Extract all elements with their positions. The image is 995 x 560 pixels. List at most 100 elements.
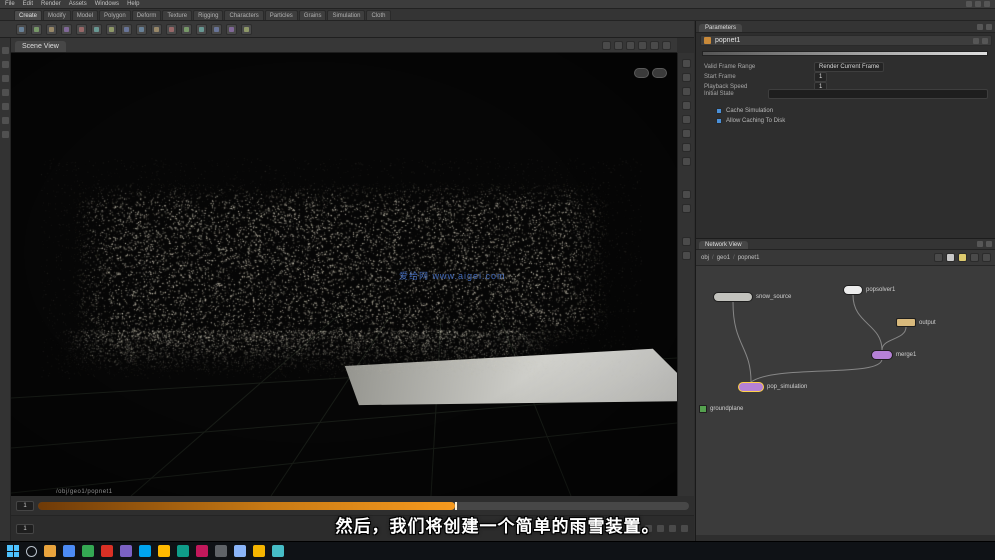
network-overview-icon[interactable] [982, 253, 991, 262]
secure-selection-icon[interactable] [681, 59, 691, 68]
shelf-tool-icon[interactable] [196, 23, 207, 35]
scene-view-pane-tab[interactable]: Scene View [15, 41, 66, 52]
scale-tool-icon[interactable] [1, 103, 9, 110]
lock-icon[interactable] [973, 37, 979, 44]
wireframe-icon[interactable] [681, 115, 691, 124]
pin-icon[interactable] [977, 24, 983, 30]
menu-assets[interactable]: Assets [69, 1, 87, 7]
param-value-dropdown[interactable]: Render Current Frame [814, 61, 885, 72]
group-display-icon[interactable] [681, 190, 691, 199]
timeline-scrubber[interactable] [454, 501, 457, 510]
menu-edit[interactable]: Edit [23, 1, 33, 7]
node-body[interactable] [738, 382, 764, 392]
shelf-tool-icon[interactable] [121, 23, 132, 35]
view-mode-icon[interactable] [614, 40, 623, 50]
taskbar-app-icon[interactable] [82, 545, 94, 557]
breadcrumb-geo[interactable]: geo1 [717, 255, 730, 261]
taskbar-app-icon[interactable] [253, 545, 265, 557]
parameters-pane-tab[interactable]: Parameters [699, 24, 743, 32]
normals-icon[interactable] [681, 157, 691, 166]
taskbar-app-icon[interactable] [215, 545, 227, 557]
node-snow-source[interactable]: snow_source [713, 292, 791, 302]
shelf-tab-simulation[interactable]: Simulation [327, 10, 366, 20]
shelf-tab-characters[interactable]: Characters [224, 10, 264, 20]
hand-tool-icon[interactable] [1, 61, 9, 68]
node-body[interactable] [713, 292, 753, 302]
snap-tool-icon[interactable] [1, 117, 9, 124]
select-mode-icon[interactable] [602, 40, 611, 50]
shelf-tab-modify[interactable]: Modify [43, 10, 71, 20]
network-editor[interactable]: snow_source popsolver1 output merge1 pop… [696, 266, 995, 535]
shelf-tab-particles[interactable]: Particles [264, 10, 298, 20]
shelf-tab-rigging[interactable]: Rigging [193, 10, 224, 20]
shelf-tool-icon[interactable] [166, 23, 177, 35]
layout-nodes-icon[interactable] [970, 253, 979, 262]
template-icon[interactable] [681, 237, 691, 246]
taskbar-app-icon[interactable] [234, 545, 246, 557]
shelf-tab-deform[interactable]: Deform [131, 10, 162, 20]
grid-snap-icon[interactable] [946, 253, 955, 262]
memory-icon[interactable] [681, 251, 691, 260]
pin-icon[interactable] [977, 241, 983, 247]
shelf-tool-icon[interactable] [181, 23, 192, 35]
viewport-canvas[interactable] [11, 53, 677, 496]
shelf-tool-icon[interactable] [31, 23, 42, 35]
selected-node-name[interactable]: popnet1 [715, 37, 740, 44]
desktop-icon[interactable] [975, 1, 981, 7]
breadcrumb-popnet[interactable]: popnet1 [738, 255, 760, 261]
display-options-icon[interactable] [638, 40, 647, 50]
taskbar-app-icon[interactable] [158, 545, 170, 557]
translate-tool-icon[interactable] [1, 75, 9, 82]
network-pane-tab[interactable]: Network View [699, 241, 748, 249]
shaded-icon[interactable] [681, 129, 691, 138]
shelf-tool-icon[interactable] [136, 23, 147, 35]
shelf-tool-icon[interactable] [16, 23, 27, 35]
shelf-tool-icon[interactable] [151, 23, 162, 35]
view-camera-button[interactable] [652, 68, 667, 78]
shelf-tool-icon[interactable] [106, 23, 117, 35]
node-output[interactable]: output [896, 318, 936, 327]
breadcrumb-obj[interactable]: obj [701, 255, 709, 261]
scene-viewport[interactable]: 爱给网 www.aigei.com /obj/geo1/popnet1 [11, 53, 677, 496]
taskbar-app-icon[interactable] [272, 545, 284, 557]
checkbox-checked-icon[interactable] [716, 108, 722, 114]
node-merge[interactable]: merge1 [871, 350, 916, 360]
shelf-tool-icon[interactable] [61, 23, 72, 35]
taskbar-app-icon[interactable] [120, 545, 132, 557]
view-layout-button[interactable] [634, 68, 649, 78]
shading-mode-icon[interactable] [626, 40, 635, 50]
timeline-track[interactable] [38, 501, 689, 510]
rotate-tool-icon[interactable] [1, 89, 9, 96]
current-frame-field[interactable]: 1 [16, 500, 34, 511]
points-display-icon[interactable] [681, 101, 691, 110]
menu-render[interactable]: Render [41, 1, 61, 7]
node-body[interactable] [699, 405, 707, 413]
shelf-tab-grains[interactable]: Grains [298, 10, 327, 20]
lights-icon[interactable] [681, 143, 691, 152]
node-popsolver[interactable]: popsolver1 [843, 285, 895, 295]
shelf-tab-cloth[interactable]: Cloth [366, 10, 391, 20]
menu-windows[interactable]: Windows [95, 1, 119, 7]
shelf-tab-texture[interactable]: Texture [162, 10, 193, 20]
gear-icon[interactable] [982, 37, 988, 44]
initial-state-input[interactable] [768, 89, 988, 99]
node-body[interactable] [871, 350, 893, 360]
shelf-tool-icon[interactable] [241, 23, 252, 35]
grid-toggle-icon[interactable] [662, 40, 671, 50]
taskbar-app-icon[interactable] [44, 545, 56, 557]
pane-menu-icon[interactable] [986, 24, 992, 30]
node-pop-simulation[interactable]: pop_simulation [738, 382, 807, 392]
color-palette-icon[interactable] [958, 253, 967, 262]
help-icon[interactable] [984, 1, 990, 7]
taskbar-app-icon[interactable] [196, 545, 208, 557]
windows-start-icon[interactable] [7, 545, 19, 557]
key-tool-icon[interactable] [1, 131, 9, 138]
taskbar-app-icon[interactable] [63, 545, 75, 557]
shelf-tool-icon[interactable] [91, 23, 102, 35]
menu-help[interactable]: Help [127, 1, 139, 7]
param-value-field[interactable]: 1 [814, 71, 828, 82]
menu-file[interactable]: File [5, 1, 15, 7]
shelf-tool-icon[interactable] [46, 23, 57, 35]
pointer-tool-icon[interactable] [1, 47, 9, 54]
node-body[interactable] [843, 285, 863, 295]
